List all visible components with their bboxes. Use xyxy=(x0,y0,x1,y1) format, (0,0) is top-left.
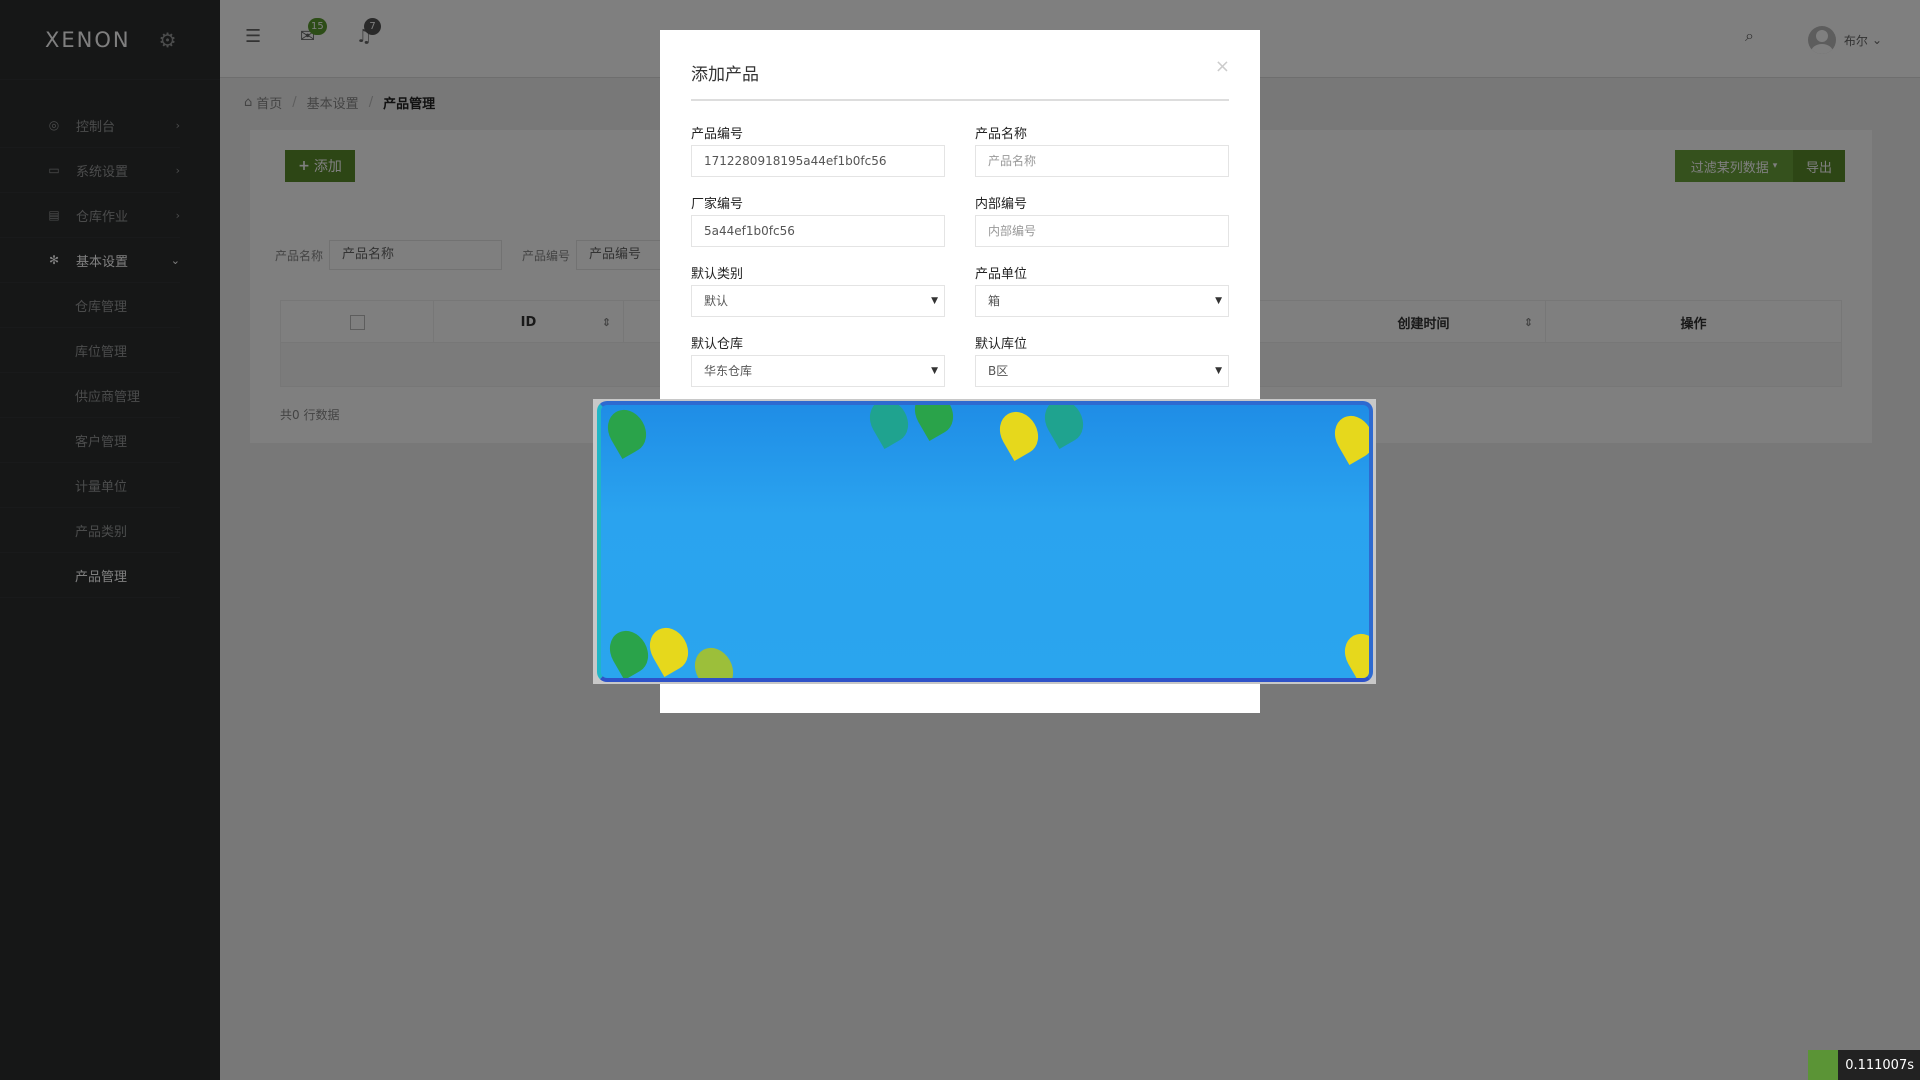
default-category-select[interactable]: 默认 ▼ xyxy=(691,285,945,317)
default-warehouse-label: 默认仓库 xyxy=(691,337,744,352)
caret-down-icon: ▼ xyxy=(1215,366,1222,376)
leaf-icon xyxy=(862,405,916,450)
unit-field: 产品单位 箱 ▼ xyxy=(975,263,1229,317)
internal-code-field: 内部编号 内部编号 xyxy=(975,193,1229,247)
default-location-label: 默认库位 xyxy=(975,337,1028,352)
internal-code-input[interactable]: 内部编号 xyxy=(975,215,1229,247)
modal-divider xyxy=(691,99,1229,101)
default-location-field: 默认库位 B区 ▼ xyxy=(975,333,1229,387)
leaf-icon xyxy=(907,405,961,442)
perf-time: 0.111007s xyxy=(1845,1057,1914,1073)
unit-select[interactable]: 箱 ▼ xyxy=(975,285,1229,317)
default-warehouse-field: 默认仓库 华东仓库 ▼ xyxy=(691,333,945,387)
leaf-icon xyxy=(1327,408,1369,466)
default-location-select[interactable]: B区 ▼ xyxy=(975,355,1229,387)
default-category-value: 默认 xyxy=(704,294,729,308)
default-warehouse-value: 华东仓库 xyxy=(704,364,753,378)
close-icon[interactable]: × xyxy=(1215,56,1230,77)
leaf-icon xyxy=(992,405,1046,462)
caret-down-icon: ▼ xyxy=(931,366,938,376)
caret-down-icon: ▼ xyxy=(931,296,938,306)
vendor-code-input[interactable]: 5a44ef1b0fc56 xyxy=(691,215,945,247)
modal-title: 添加产品 xyxy=(691,65,759,85)
default-warehouse-select[interactable]: 华东仓库 ▼ xyxy=(691,355,945,387)
internal-code-label: 内部编号 xyxy=(975,197,1028,212)
product-name-input[interactable]: 产品名称 xyxy=(975,145,1229,177)
leaf-icon xyxy=(642,620,696,678)
default-category-field: 默认类别 默认 ▼ xyxy=(691,263,945,317)
product-code-field: 产品编号 1712280918195a44ef1b0fc56 xyxy=(691,123,945,177)
perf-logo-icon xyxy=(1808,1050,1839,1080)
unit-value: 箱 xyxy=(988,294,1001,308)
vendor-code-field: 厂家编号 5a44ef1b0fc56 xyxy=(691,193,945,247)
default-category-label: 默认类别 xyxy=(691,267,744,282)
perf-widget[interactable]: 0.111007s xyxy=(1808,1050,1920,1080)
vendor-code-label: 厂家编号 xyxy=(691,197,744,212)
leaf-icon xyxy=(1337,626,1369,678)
leaf-icon xyxy=(602,623,656,678)
banner-sky xyxy=(597,401,1373,682)
decorative-banner-image xyxy=(593,399,1376,684)
product-code-label: 产品编号 xyxy=(691,127,744,142)
product-name-field: 产品名称 产品名称 xyxy=(975,123,1229,177)
caret-down-icon: ▼ xyxy=(1215,296,1222,306)
leaf-icon xyxy=(687,640,741,678)
leaf-icon xyxy=(1037,405,1091,450)
unit-label: 产品单位 xyxy=(975,267,1028,282)
default-location-value: B区 xyxy=(988,364,1009,378)
product-code-input[interactable]: 1712280918195a44ef1b0fc56 xyxy=(691,145,945,177)
product-name-label: 产品名称 xyxy=(975,127,1028,142)
leaf-icon xyxy=(601,405,654,460)
